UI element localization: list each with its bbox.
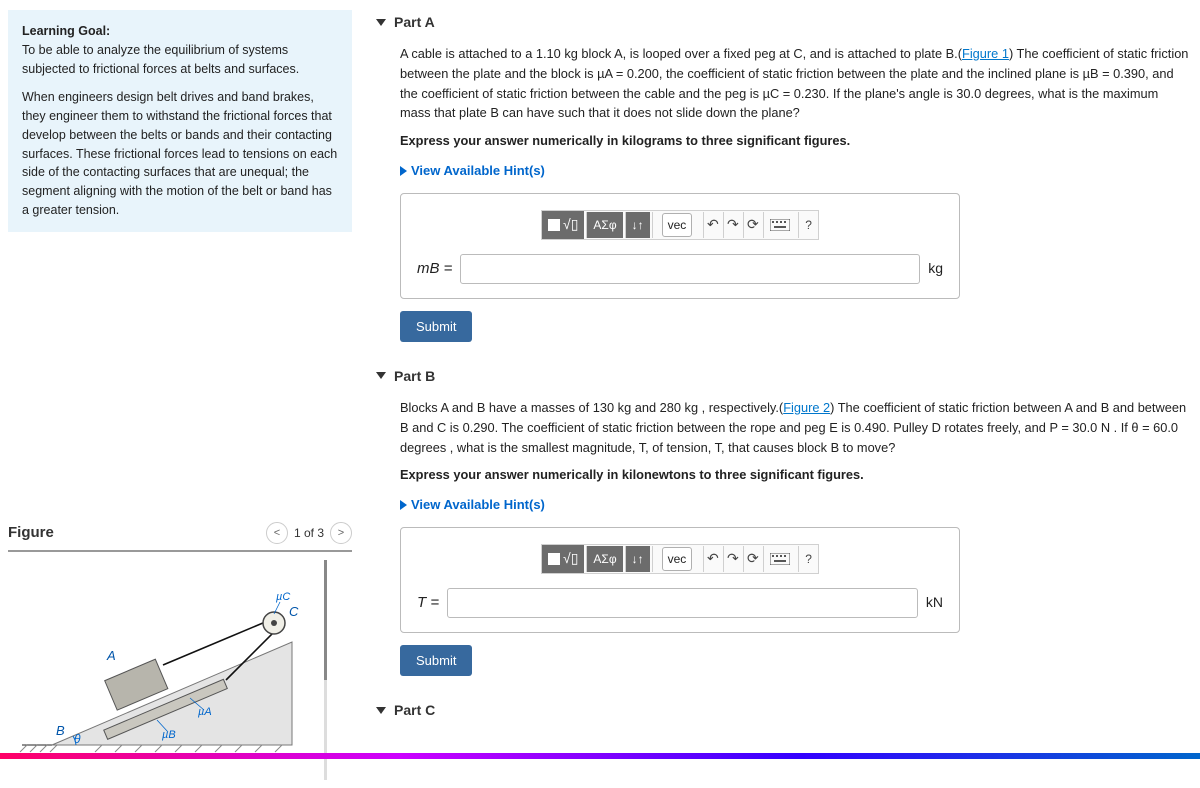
greek-tool[interactable]: ΑΣφ: [586, 546, 622, 572]
part-b-question: Blocks A and B have a masses of 130 kg a…: [400, 398, 1192, 457]
reset-button[interactable]: ⟳: [743, 546, 761, 572]
redo-button[interactable]: ↷: [723, 546, 741, 572]
part-a-question: A cable is attached to a 1.10 kg block A…: [400, 44, 1192, 123]
vec-tool[interactable]: vec: [652, 212, 702, 238]
help-button[interactable]: ?: [798, 546, 818, 572]
subscript-tool[interactable]: ↓↑: [625, 212, 650, 238]
collapse-icon: [376, 707, 386, 714]
part-a-express: Express your answer numerically in kilog…: [400, 131, 1192, 151]
svg-text:C: C: [289, 604, 299, 619]
undo-button[interactable]: ↶: [703, 546, 721, 572]
figure-next-button[interactable]: >: [330, 522, 352, 544]
part-b-toggle[interactable]: Part B: [376, 364, 1192, 388]
learning-goal-p1: To be able to analyze the equilibrium of…: [22, 41, 338, 79]
figure-diagram: A B C θ µA µB µC: [12, 560, 312, 760]
svg-text:B: B: [56, 723, 65, 738]
part-a-var-label: mB =: [417, 257, 452, 280]
figure-page-indicator: 1 of 3: [294, 526, 324, 540]
part-a-title: Part A: [394, 14, 435, 30]
part-b-answer-input[interactable]: [447, 588, 918, 618]
figure-title: Figure: [8, 524, 54, 541]
svg-text:A: A: [106, 648, 116, 663]
part-b-answer-box: √▯ ΑΣφ ↓↑ vec ↶ ↷ ⟳ ? T =: [400, 527, 960, 633]
expand-icon: [400, 500, 407, 510]
reset-button[interactable]: ⟳: [743, 212, 761, 238]
part-b-submit-button[interactable]: Submit: [400, 645, 472, 676]
part-c-toggle[interactable]: Part C: [376, 698, 1192, 722]
svg-text:θ: θ: [74, 732, 81, 746]
figure-pager: < 1 of 3 >: [266, 522, 352, 544]
part-a-toggle[interactable]: Part A: [376, 10, 1192, 34]
svg-text:µA: µA: [198, 706, 212, 718]
keyboard-button[interactable]: [763, 546, 796, 572]
learning-goal-p2: When engineers design belt drives and ba…: [22, 88, 338, 219]
part-a-unit: kg: [928, 258, 943, 280]
figure-prev-button[interactable]: <: [266, 522, 288, 544]
learning-goal-box: Learning Goal: To be able to analyze the…: [8, 10, 352, 232]
figure-2-link[interactable]: Figure 2: [783, 400, 830, 415]
part-a-answer-box: √▯ ΑΣφ ↓↑ vec ↶ ↷ ⟳ ? mB =: [400, 193, 960, 299]
part-a-hints-toggle[interactable]: View Available Hint(s): [400, 161, 1192, 181]
figure-1-link[interactable]: Figure 1: [962, 46, 1009, 61]
collapse-icon: [376, 19, 386, 26]
svg-text:µB: µB: [162, 729, 176, 741]
greek-tool[interactable]: ΑΣφ: [586, 212, 622, 238]
expand-icon: [400, 166, 407, 176]
template-tool[interactable]: √▯: [542, 545, 584, 573]
window-accent-bar: [0, 753, 1200, 759]
part-b-unit: kN: [926, 592, 943, 614]
part-b-var-label: T =: [417, 591, 439, 614]
collapse-icon: [376, 372, 386, 379]
svg-text:µC: µC: [276, 591, 290, 603]
part-c-title: Part C: [394, 702, 435, 718]
part-b-hints-toggle[interactable]: View Available Hint(s): [400, 495, 1192, 515]
learning-goal-title: Learning Goal:: [22, 24, 110, 38]
equation-toolbar: √▯ ΑΣφ ↓↑ vec ↶ ↷ ⟳ ?: [541, 544, 819, 574]
undo-button[interactable]: ↶: [703, 212, 721, 238]
keyboard-button[interactable]: [763, 212, 796, 238]
template-tool[interactable]: √▯: [542, 211, 584, 239]
subscript-tool[interactable]: ↓↑: [625, 546, 650, 572]
equation-toolbar: √▯ ΑΣφ ↓↑ vec ↶ ↷ ⟳ ?: [541, 210, 819, 240]
part-b-title: Part B: [394, 368, 435, 384]
part-a-answer-input[interactable]: [460, 254, 920, 284]
part-a-submit-button[interactable]: Submit: [400, 311, 472, 342]
figure-scrollbar[interactable]: [324, 560, 327, 780]
redo-button[interactable]: ↷: [723, 212, 741, 238]
part-b-express: Express your answer numerically in kilon…: [400, 465, 1192, 485]
vec-tool[interactable]: vec: [652, 546, 702, 572]
help-button[interactable]: ?: [798, 212, 818, 238]
